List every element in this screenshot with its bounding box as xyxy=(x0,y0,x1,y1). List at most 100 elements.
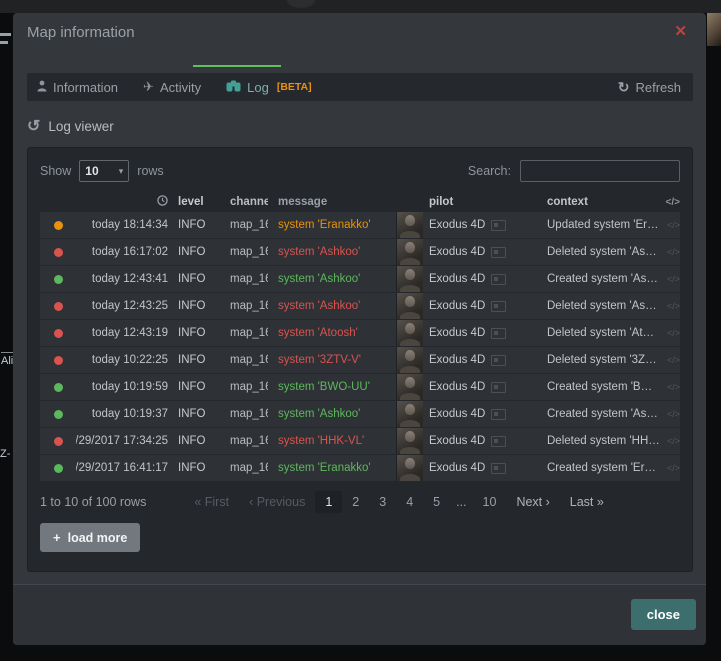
message-column-header[interactable]: message xyxy=(268,196,396,208)
avatar-cell xyxy=(396,455,423,481)
tab-information[interactable]: Information xyxy=(37,80,143,95)
context-cell: Created system 'BWO-UU'... xyxy=(541,381,660,393)
channel-column-header[interactable]: channel xyxy=(218,196,268,208)
load-more-button[interactable]: + load more xyxy=(40,523,140,552)
pilot-cell: Exodus 4D xyxy=(423,408,541,420)
page-number[interactable]: 4 xyxy=(396,491,423,513)
person-icon xyxy=(37,80,47,95)
log-viewer-heading: ↺ Log viewer xyxy=(27,119,114,134)
pagination-first: « First xyxy=(184,491,239,513)
tab-activity[interactable]: ✈ Activity xyxy=(143,79,226,95)
avatar-cell xyxy=(396,320,423,346)
table-row: 09/29/2017 16:41:17 INFO map_16 system '… xyxy=(40,455,680,482)
pilot-avatar xyxy=(396,266,423,292)
status-dot xyxy=(54,248,63,257)
expand-code-icon[interactable]: </> xyxy=(660,274,680,284)
pagination-next[interactable]: Next › xyxy=(506,491,559,513)
search-input[interactable] xyxy=(520,160,680,182)
status-dot xyxy=(54,275,63,284)
tab-log[interactable]: Log [BETA] xyxy=(226,80,337,95)
channel-cell: map_16 xyxy=(218,435,268,447)
pilot-cell: Exodus 4D xyxy=(423,219,541,231)
page-number[interactable]: 2 xyxy=(342,491,369,513)
time-cell: today 10:22:25 xyxy=(76,354,168,366)
message-cell: system 'Atoosh' xyxy=(268,327,396,339)
expand-code-icon[interactable]: </> xyxy=(660,328,680,338)
table-controls: Show 10 ▾ rows Search: xyxy=(40,158,680,184)
pilot-column-header[interactable]: pilot xyxy=(423,196,541,208)
context-cell: Deleted system '3ZTV-V' #... xyxy=(541,354,660,366)
rows-per-page-select[interactable]: 10 ▾ xyxy=(79,160,129,182)
pilot-avatar xyxy=(396,347,423,373)
portrait-card-icon xyxy=(491,463,506,474)
status-dot xyxy=(54,410,63,419)
pilot-name: Exodus 4D xyxy=(429,462,485,474)
close-icon[interactable]: ✕ xyxy=(674,22,687,40)
time-cell: today 12:43:25 xyxy=(76,300,168,312)
avatar-cell xyxy=(396,401,423,427)
level-cell: INFO xyxy=(168,219,218,231)
expand-code-icon[interactable]: </> xyxy=(660,382,680,392)
level-cell: INFO xyxy=(168,273,218,285)
background-system-label: Z- xyxy=(0,448,10,460)
channel-cell: map_16 xyxy=(218,219,268,231)
refresh-button[interactable]: ↻ Refresh xyxy=(618,79,683,96)
expand-code-icon[interactable]: </> xyxy=(660,301,680,311)
avatar-cell xyxy=(396,293,423,319)
page-number[interactable]: 5 xyxy=(423,491,450,513)
page-number[interactable]: 10 xyxy=(473,491,507,513)
status-cell xyxy=(40,410,76,419)
pagination-last[interactable]: Last » xyxy=(560,491,614,513)
status-dot xyxy=(54,329,63,338)
status-dot xyxy=(54,383,63,392)
time-cell: today 12:43:41 xyxy=(76,273,168,285)
chevron-down-icon: ▾ xyxy=(119,166,124,177)
status-dot xyxy=(54,302,63,311)
background-map-node xyxy=(287,0,315,8)
pilot-name: Exodus 4D xyxy=(429,327,485,339)
time-cell: today 10:19:59 xyxy=(76,381,168,393)
expand-code-icon[interactable]: </> xyxy=(660,463,680,473)
time-cell: today 18:14:34 xyxy=(76,219,168,231)
code-column-icon: </> xyxy=(660,197,680,208)
pagination-row: 1 to 10 of 100 rows « First ‹ Previous 1… xyxy=(40,491,680,513)
close-button[interactable]: close xyxy=(631,599,696,630)
message-cell: system '3ZTV-V' xyxy=(268,354,396,366)
pilot-avatar xyxy=(396,374,423,400)
pilot-name: Exodus 4D xyxy=(429,354,485,366)
tab-information-label: Information xyxy=(53,80,118,95)
status-cell xyxy=(40,275,76,284)
background-portrait-fragment xyxy=(707,13,721,46)
context-column-header[interactable]: context xyxy=(541,196,660,208)
show-rows-label: Show xyxy=(40,164,71,178)
portrait-card-icon xyxy=(491,382,506,393)
expand-code-icon[interactable]: </> xyxy=(660,355,680,365)
table-row: today 10:19:37 INFO map_16 system 'Ashko… xyxy=(40,401,680,428)
channel-cell: map_16 xyxy=(218,381,268,393)
expand-code-icon[interactable]: </> xyxy=(660,247,680,257)
page-number[interactable]: ... xyxy=(450,491,472,513)
level-column-header[interactable]: level xyxy=(168,196,218,208)
portrait-card-icon xyxy=(491,247,506,258)
page-number[interactable]: 3 xyxy=(369,491,396,513)
portrait-card-icon xyxy=(491,274,506,285)
message-cell: system 'Eranakko' xyxy=(268,462,396,474)
status-dot xyxy=(54,437,63,446)
portrait-card-icon xyxy=(491,409,506,420)
channel-cell: map_16 xyxy=(218,246,268,258)
status-cell xyxy=(40,302,76,311)
pilot-name: Exodus 4D xyxy=(429,435,485,447)
portrait-card-icon xyxy=(491,301,506,312)
channel-cell: map_16 xyxy=(218,354,268,366)
tab-log-label: Log xyxy=(247,80,269,95)
log-viewer-title: Log viewer xyxy=(48,119,113,134)
expand-code-icon[interactable]: </> xyxy=(660,220,680,230)
time-column-header[interactable] xyxy=(76,195,168,209)
tab-activity-label: Activity xyxy=(160,80,201,95)
expand-code-icon[interactable]: </> xyxy=(660,409,680,419)
plus-icon: + xyxy=(53,530,61,545)
page-number[interactable]: 1 xyxy=(315,491,342,513)
avatar-cell xyxy=(396,212,423,238)
pagination-summary: 1 to 10 of 100 rows xyxy=(40,495,146,509)
expand-code-icon[interactable]: </> xyxy=(660,436,680,446)
